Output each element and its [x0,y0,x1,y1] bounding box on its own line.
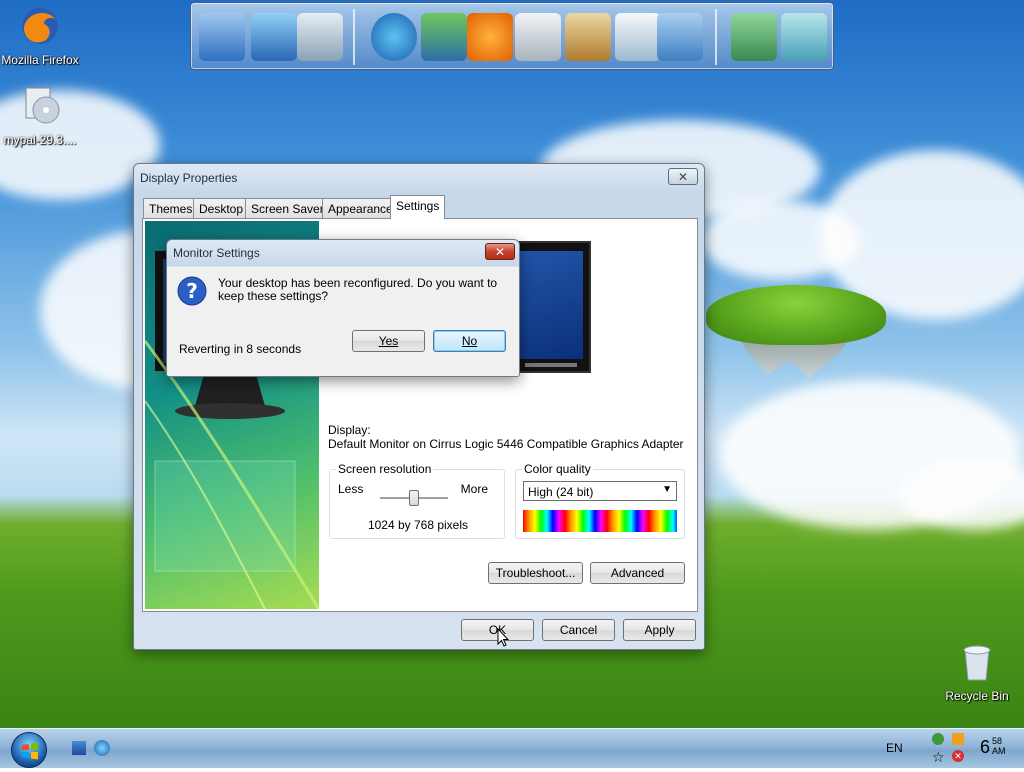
clock-ampm: AM [992,746,1006,756]
troubleshoot-button[interactable]: Troubleshoot... [488,562,583,584]
svg-text:?: ? [186,279,198,303]
monitor-preview-taskbar [525,363,577,367]
color-quality-preview-bar [523,510,677,532]
display-properties-titlebar[interactable]: Display Properties ✕ [134,164,704,192]
no-label: No [461,334,478,348]
monitor-settings-titlebar[interactable]: Monitor Settings ✕ [167,240,519,266]
monitor-preview-screen [517,251,583,359]
close-button[interactable]: ✕ [668,168,698,185]
desktop-icon-recycle-bin[interactable]: Recycle Bin [935,640,1019,703]
tab-appearance[interactable]: Appearance [322,198,399,218]
windows-logo-icon [22,742,38,760]
resolution-more-label: More [460,482,488,496]
cancel-button[interactable]: Cancel [542,619,615,641]
display-label: Display: [328,423,371,437]
screen-resolution-label: Screen resolution [336,462,434,476]
desktop-icon-mypal[interactable]: mypal-29.3.... [0,84,80,147]
display-value: Default Monitor on Cirrus Logic 5446 Com… [328,437,684,451]
resolution-less-label: Less [338,482,364,496]
close-icon: ✕ [494,244,506,259]
quick-launch-ie-icon[interactable] [94,740,110,756]
window-title: Display Properties [140,171,238,185]
control-panel-icon[interactable] [657,13,703,61]
question-icon: ? [177,276,207,306]
troubleshoot-label: Troubleshoot... [495,566,576,580]
resolution-slider-thumb[interactable] [409,490,419,506]
tab-themes[interactable]: Themes [143,198,199,218]
calculator-icon[interactable] [515,13,561,61]
dock-separator [353,9,355,65]
color-quality-group: Color quality High (24 bit) ▼ [515,462,685,539]
tab-settings[interactable]: Settings [390,195,446,219]
advanced-label: Advanced [610,566,665,580]
cancel-label: Cancel [559,623,598,637]
alert-tray-icon[interactable]: ✕ [952,750,964,762]
installer-icon [25,87,60,124]
media-player-icon[interactable] [467,13,513,61]
desktop-icon-label: Mozilla Firefox [1,53,79,67]
media-center-icon[interactable] [421,13,467,61]
tab-screen-saver[interactable]: Screen Saver [245,198,330,218]
dialog-title: Monitor Settings [173,246,260,260]
desktop-icon-firefox[interactable]: Mozilla Firefox [0,4,80,67]
dock-separator [715,9,717,65]
recycle-bin-icon [963,645,991,681]
computer-icon[interactable] [199,13,245,61]
clock-minute-value: 58 [992,736,1003,746]
quick-launch-desktop-icon[interactable] [72,741,86,755]
advanced-button[interactable]: Advanced [590,562,685,584]
tools-icon[interactable] [731,13,777,61]
reverting-countdown: Reverting in 8 seconds [179,342,302,356]
clock-minutes[interactable]: 58 AM [992,736,1006,756]
firefox-icon [22,8,58,44]
apply-label: Apply [644,623,675,637]
star-tray-icon[interactable]: ☆ [932,749,945,766]
recycle-icon[interactable] [781,13,827,61]
monitor-settings-dialog: Monitor Settings ✕ ? Your desktop has be… [166,239,520,377]
yes-label: Yes [378,334,399,348]
yes-button[interactable]: Yes [352,330,425,352]
security-tray-icon[interactable] [952,733,964,745]
dialog-message: Your desktop has been reconfigured. Do y… [218,276,498,303]
dialog-close-button[interactable]: ✕ [485,243,515,260]
clock-hour[interactable]: 6 [980,737,990,758]
notepad-icon[interactable] [615,13,661,61]
monitor-preview [509,241,591,373]
start-button[interactable] [11,732,47,768]
top-dock [190,2,834,70]
internet-explorer-icon[interactable] [371,13,417,61]
network-icon[interactable] [251,13,297,61]
apply-button[interactable]: Apply [623,619,696,641]
tab-desktop[interactable]: Desktop [193,198,250,218]
floating-island [706,285,886,345]
screen-resolution-group: Screen resolution Less More 1024 by 768 … [329,462,505,539]
resolution-value: 1024 by 768 pixels [367,518,469,532]
desktop-icon-label: mypal-29.3.... [3,133,77,147]
mouse-cursor-icon [497,628,509,647]
desktop-icon-label: Recycle Bin [945,689,1009,703]
taskbar: EN ☆ ✕ 6 58 AM [0,728,1024,768]
color-quality-select[interactable]: High (24 bit) ▼ [523,481,677,501]
chevron-down-icon: ▼ [662,484,672,495]
documents-icon[interactable] [297,13,343,61]
language-indicator[interactable]: EN [886,741,903,755]
color-quality-selected: High (24 bit) [528,485,594,499]
paint-icon[interactable] [565,13,611,61]
network-tray-icon[interactable] [932,733,944,745]
color-quality-label: Color quality [522,462,593,476]
close-icon: ✕ [677,169,689,184]
no-button[interactable]: No [433,330,506,352]
